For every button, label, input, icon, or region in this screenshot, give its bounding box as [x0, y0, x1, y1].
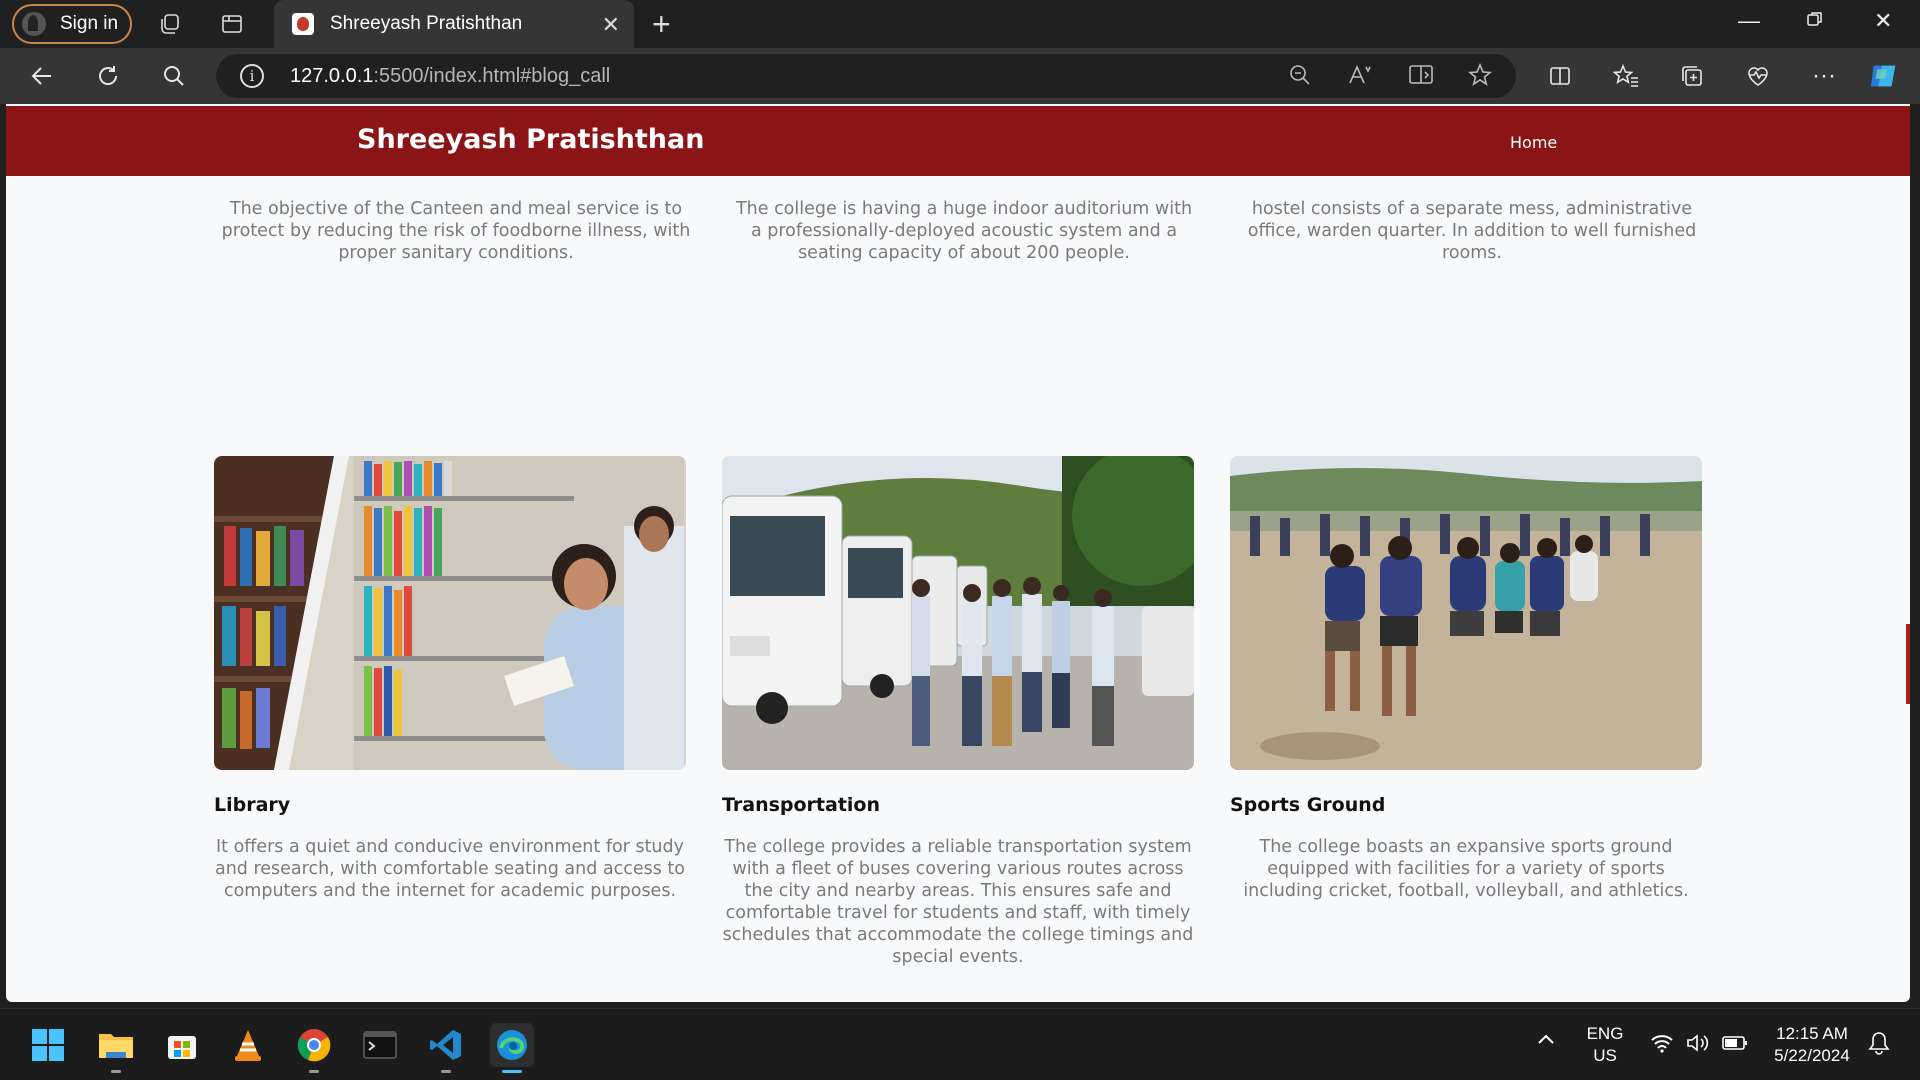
site-favicon-icon [292, 13, 314, 35]
browser-essentials-icon[interactable] [1742, 60, 1774, 92]
collections-icon[interactable] [1676, 60, 1708, 92]
favorite-star-icon[interactable] [1467, 62, 1493, 93]
sign-in-button[interactable]: Sign in [12, 4, 132, 44]
vscode-icon[interactable] [424, 1023, 468, 1073]
microsoft-store-icon[interactable] [160, 1023, 204, 1067]
close-tab-icon[interactable]: ✕ [602, 12, 620, 38]
sports-ground-image [1230, 456, 1702, 770]
workspaces-icon[interactable] [156, 10, 184, 38]
volume-icon[interactable] [1686, 1033, 1710, 1058]
site-brand[interactable]: Shreeyash Pratishthan [357, 124, 704, 155]
canteen-description: The objective of the Canteen and meal se… [221, 199, 691, 263]
new-tab-icon[interactable]: + [652, 6, 671, 43]
minimize-icon[interactable]: — [1738, 8, 1760, 34]
sports-ground-title: Sports Ground [1230, 794, 1386, 816]
search-icon[interactable] [158, 60, 190, 92]
tab-title: Shreeyash Pratishthan [330, 13, 523, 34]
library-title: Library [214, 794, 291, 816]
terminal-icon[interactable] [358, 1023, 402, 1067]
split-screen-icon[interactable] [1544, 60, 1576, 92]
wifi-icon[interactable] [1650, 1033, 1674, 1058]
vlc-icon[interactable] [226, 1023, 270, 1067]
zoom-out-icon[interactable] [1288, 63, 1312, 93]
battery-icon[interactable] [1722, 1035, 1748, 1056]
site-info-icon[interactable]: i [240, 64, 264, 88]
read-aloud-icon[interactable] [1348, 63, 1374, 93]
windows-start-icon[interactable] [26, 1023, 70, 1067]
address-bar[interactable]: i 127.0.0.1:5500/index.html#blog_call [216, 54, 1516, 98]
auditorium-description: The college is having a huge indoor audi… [735, 199, 1193, 263]
language-indicator[interactable]: ENG US [1580, 1023, 1630, 1067]
tab-shreeyash[interactable]: Shreeyash Pratishthan ✕ [274, 0, 634, 48]
close-window-icon[interactable]: ✕ [1874, 8, 1892, 34]
library-image [214, 456, 686, 770]
file-explorer-icon[interactable] [94, 1023, 138, 1073]
library-description: It offers a quiet and conducive environm… [214, 837, 685, 901]
nav-link-home[interactable]: Home [1510, 133, 1557, 152]
browser-titlebar: Sign in Shreeyash Pratishthan ✕ + — ✕ [0, 0, 1920, 48]
immersive-reader-icon[interactable] [1408, 63, 1434, 93]
site-header: Shreeyash Pratishthan Home [6, 106, 1910, 176]
tab-actions-icon[interactable] [218, 10, 246, 38]
refresh-icon[interactable] [92, 60, 124, 92]
favorites-icon[interactable] [1610, 60, 1642, 92]
notifications-bell-icon[interactable] [1868, 1031, 1890, 1060]
more-options-icon[interactable]: ··· [1808, 60, 1840, 92]
profile-avatar-icon [22, 12, 46, 36]
show-hidden-icons-icon[interactable] [1536, 1031, 1556, 1051]
transportation-image [722, 456, 1194, 770]
url-text[interactable]: 127.0.0.1:5500/index.html#blog_call [290, 65, 610, 88]
sports-ground-description: The college boasts an expansive sports g… [1243, 837, 1689, 901]
copilot-icon[interactable] [1868, 60, 1900, 92]
hostel-description: hostel consists of a separate mess, admi… [1247, 199, 1697, 263]
sign-in-label: Sign in [60, 13, 119, 34]
back-icon[interactable] [26, 60, 58, 92]
chrome-icon[interactable] [292, 1023, 336, 1073]
edge-icon[interactable] [490, 1023, 534, 1073]
browser-toolbar: i 127.0.0.1:5500/index.html#blog_call ··… [0, 48, 1920, 104]
transportation-title: Transportation [722, 794, 881, 816]
page-scrollbar[interactable] [1906, 624, 1910, 704]
clock[interactable]: 12:15 AM 5/22/2024 [1766, 1023, 1858, 1067]
taskbar: ENG US 12:15 AM 5/22/2024 [0, 1008, 1920, 1080]
restore-icon[interactable] [1806, 8, 1824, 34]
transportation-description: The college provides a reliable transpor… [722, 837, 1194, 967]
web-page: Shreeyash Pratishthan Home The objective… [6, 104, 1910, 1002]
